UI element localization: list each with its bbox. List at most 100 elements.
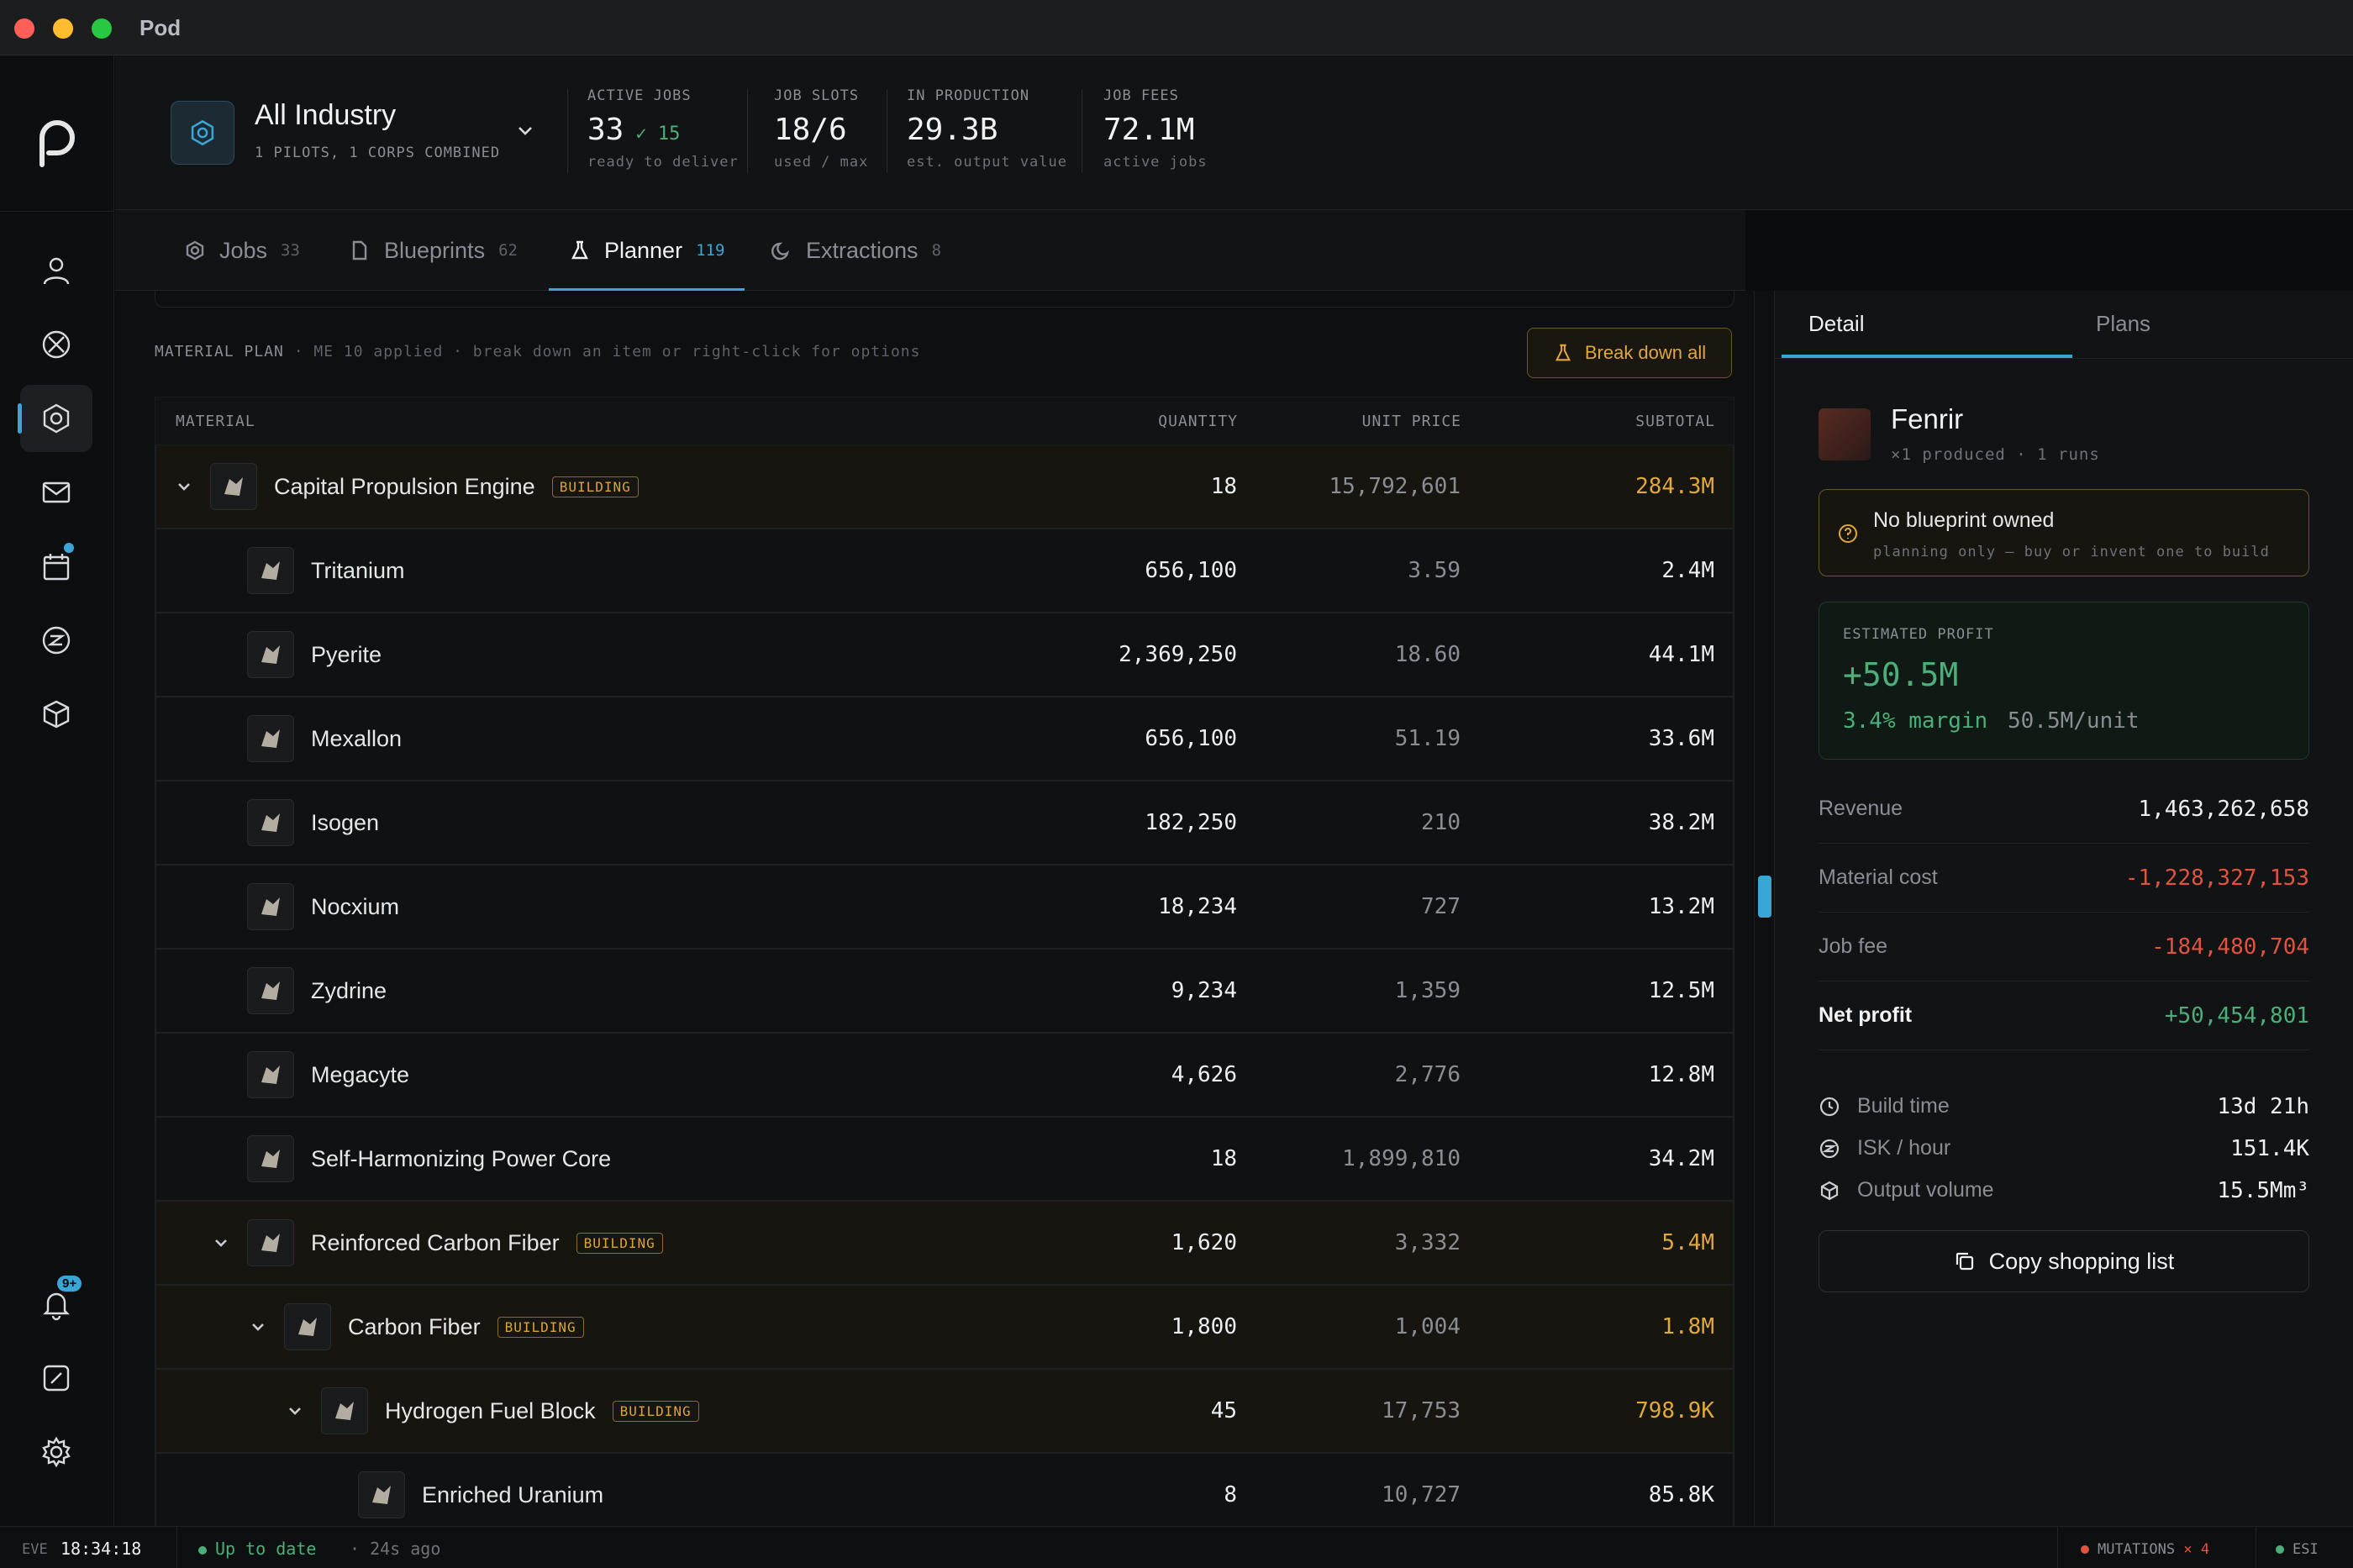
rail-assets-button[interactable]: [20, 681, 92, 748]
document-icon: [352, 240, 367, 260]
job-fee-line: Job fee -184,480,704: [1819, 914, 2309, 981]
mutations-indicator[interactable]: MUTATIONS × 4: [2081, 1541, 2209, 1558]
close-window-button[interactable]: [14, 18, 34, 39]
table-row[interactable]: Self-Harmonizing Power Core 18 1,899,810 34…: [155, 1118, 1734, 1202]
settings-gear-icon: [42, 1436, 71, 1468]
cell-subtotal: 1.8M: [1661, 1314, 1714, 1339]
chevron-down-icon[interactable]: [286, 1402, 304, 1420]
cell-price: 1,359: [1394, 978, 1461, 1003]
table-row[interactable]: Nocxium 18,234 727 13.2M: [155, 866, 1734, 950]
material-icon: [247, 967, 294, 1014]
cell-price: 1,899,810: [1342, 1146, 1461, 1171]
esi-indicator[interactable]: ESI: [2276, 1541, 2319, 1558]
material-icon: [247, 715, 294, 762]
table-row[interactable]: Reinforced Carbon Fiber BUILDING 1,620 3,33…: [155, 1202, 1734, 1286]
no-blueprint-warning: No blueprint owned planning only — buy o…: [1819, 489, 2309, 576]
chevron-down-icon[interactable]: [212, 1234, 230, 1252]
revenue-line: Revenue 1,463,262,658: [1819, 776, 2309, 844]
zoom-window-button[interactable]: [92, 18, 112, 39]
material-name: Carbon Fiber: [348, 1313, 481, 1339]
minimize-window-button[interactable]: [53, 18, 73, 39]
tab-detail[interactable]: Detail: [1782, 291, 2072, 358]
detail-panel: Detail Plans Fenrir ×1 produced · 1 runs…: [1774, 291, 2353, 1526]
rail-dashboard-button[interactable]: [20, 1344, 92, 1412]
chevron-down-icon[interactable]: [514, 119, 536, 141]
rail-mail-button[interactable]: [20, 459, 92, 526]
cell-price: 3,332: [1394, 1230, 1461, 1255]
scrollbar[interactable]: [1754, 291, 1774, 1526]
material-table: MATERIAL QUANTITY UNIT PRICE SUBTOTAL Ca…: [155, 397, 1734, 1526]
chevron-down-icon[interactable]: [249, 1318, 267, 1336]
table-row[interactable]: Zydrine 9,234 1,359 12.5M: [155, 950, 1734, 1034]
scrollbar-thumb[interactable]: [1758, 876, 1771, 918]
cell-subtotal: 85.8K: [1648, 1482, 1714, 1507]
cell-qty: 18: [1210, 1146, 1237, 1171]
tab-extractions[interactable]: Extractions 8: [771, 210, 941, 291]
material-icon: [321, 1387, 368, 1434]
break-down-all-button[interactable]: Break down all: [1527, 328, 1732, 378]
material-icon: [247, 883, 294, 930]
material-name: Self-Harmonizing Power Core: [311, 1145, 612, 1171]
rail-characters-button[interactable]: [20, 237, 92, 304]
rail-wallet-button[interactable]: [20, 607, 92, 674]
cell-price: 51.19: [1394, 726, 1461, 751]
table-row[interactable]: Enriched Uranium 8 10,727 85.8K: [155, 1454, 1734, 1526]
table-body: Capital Propulsion Engine BUILDING 18 15,79…: [155, 445, 1734, 1526]
stat-job-slots: JOB SLOTS 18/6 used / max: [774, 87, 869, 171]
rail-settings-button[interactable]: [20, 1418, 92, 1486]
cell-price: 3.59: [1408, 558, 1461, 583]
material-name: Pyerite: [311, 641, 382, 667]
material-icon: [247, 1051, 294, 1098]
cell-qty: 656,100: [1145, 558, 1237, 583]
material-name: Reinforced Carbon Fiber: [311, 1229, 560, 1255]
cube-icon: [1820, 1181, 1839, 1201]
table-row[interactable]: Mexallon 656,100 51.19 33.6M: [155, 697, 1734, 781]
table-row[interactable]: Capital Propulsion Engine BUILDING 18 15,79…: [155, 445, 1734, 529]
user-icon: [43, 257, 70, 285]
flask-icon: [571, 240, 588, 260]
scope-subtitle: 1 PILOTS, 1 CORPS COMBINED: [255, 145, 501, 161]
rail-calendar-button[interactable]: [20, 533, 92, 600]
table-row[interactable]: Megacyte 4,626 2,776 12.8M: [155, 1034, 1734, 1118]
table-row[interactable]: Isogen 182,250 210 38.2M: [155, 781, 1734, 866]
corp-emblem-icon: [42, 330, 71, 359]
table-row[interactable]: Pyerite 2,369,250 18.60 44.1M: [155, 613, 1734, 697]
scope-selector-icon[interactable]: [171, 101, 234, 165]
question-circle-icon: [1839, 524, 1857, 543]
table-row[interactable]: Carbon Fiber BUILDING 1,800 1,004 1.8M: [155, 1286, 1734, 1370]
isk-per-hour-metric: ISK / hour 151.4K: [1819, 1131, 2309, 1168]
app-title: Pod: [139, 15, 182, 40]
cell-subtotal: 2.4M: [1661, 558, 1714, 583]
chevron-down-icon[interactable]: [175, 477, 193, 496]
sync-status: Up to date: [198, 1539, 316, 1559]
table-row[interactable]: Hydrogen Fuel Block BUILDING 45 17,753 798.9…: [155, 1370, 1734, 1454]
cell-price: 18.60: [1394, 642, 1461, 667]
output-volume-metric: Output volume 15.5Mm³: [1819, 1173, 2309, 1210]
cell-subtotal: 12.8M: [1648, 1062, 1714, 1087]
rail-industry-button[interactable]: [18, 385, 92, 452]
cell-qty: 4,626: [1171, 1062, 1237, 1087]
cell-qty: 2,369,250: [1119, 642, 1237, 667]
calendar-icon: [43, 554, 70, 581]
cube-icon: [43, 700, 70, 729]
tab-planner[interactable]: Planner 119: [549, 210, 745, 292]
cell-qty: 182,250: [1145, 810, 1237, 835]
copy-shopping-list-button[interactable]: Copy shopping list: [1819, 1230, 2309, 1292]
cell-qty: 18: [1210, 474, 1237, 499]
rail-notifications-button[interactable]: 9+: [20, 1271, 92, 1338]
industry-gear-icon: [191, 119, 214, 146]
eve-time: 18:34:18: [61, 1539, 142, 1559]
material-name: Mexallon: [311, 725, 403, 751]
status-bar: EVE 18:34:18 Up to date · 24s ago MUTATI…: [0, 1526, 2353, 1568]
clock-icon: [1819, 1097, 1840, 1117]
table-row[interactable]: Tritanium 656,100 3.59 2.4M: [155, 529, 1734, 613]
material-icon: [247, 547, 294, 594]
material-icon: [210, 463, 257, 510]
tab-plans[interactable]: Plans: [2086, 291, 2150, 358]
pod-logo-icon: [39, 120, 75, 167]
scope-title[interactable]: All Industry: [255, 99, 396, 132]
planner-main: MATERIAL PLAN · ME 10 applied · break do…: [115, 291, 1754, 1526]
rail-corporation-button[interactable]: [20, 311, 92, 378]
tab-blueprints[interactable]: Blueprints 62: [349, 210, 518, 291]
tab-jobs[interactable]: Jobs 33: [184, 210, 300, 291]
